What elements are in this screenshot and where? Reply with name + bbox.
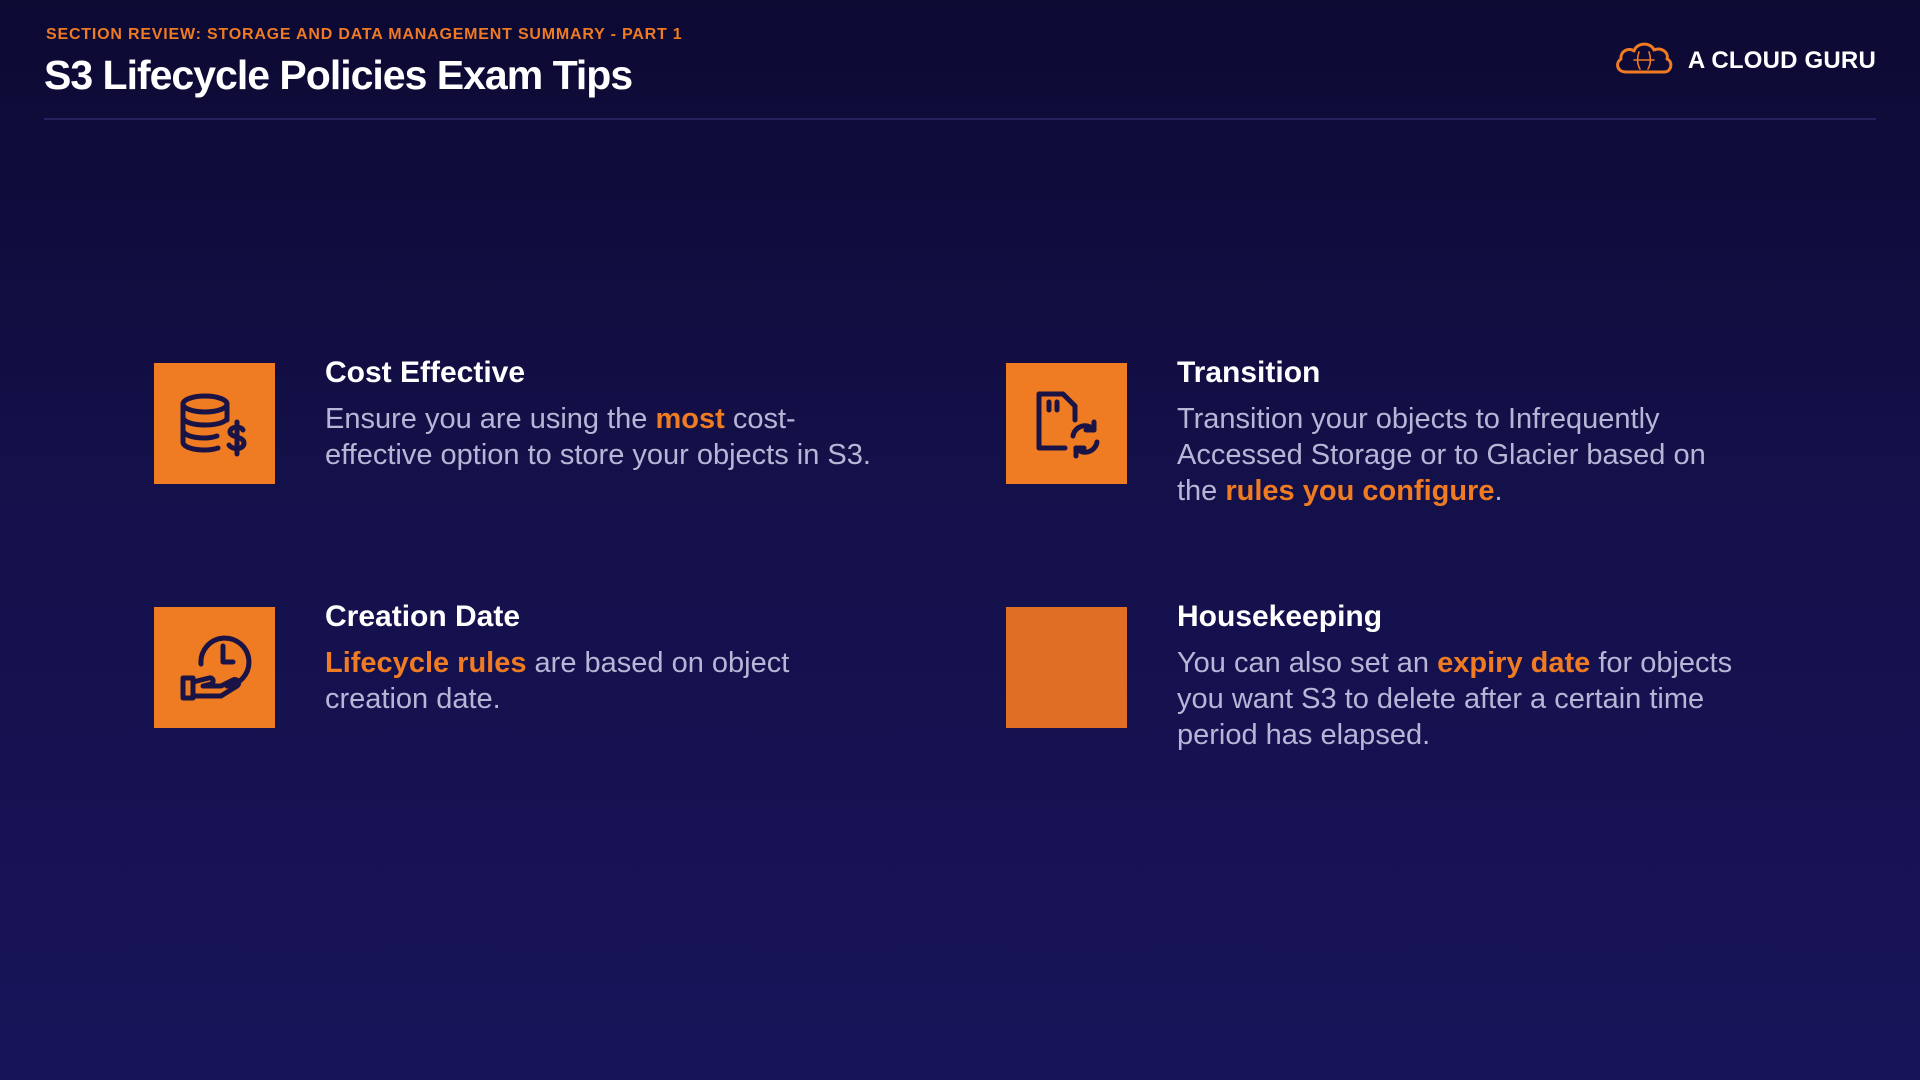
tip-body-highlight: expiry date [1437, 647, 1591, 679]
tip-card-housekeeping: Housekeeping You can also set an expiry … [1006, 600, 1766, 807]
brand-name: A CLOUD GURU [1687, 46, 1876, 74]
section-label: SECTION REVIEW: STORAGE AND DATA MANAGEM… [46, 26, 683, 43]
slide-header: SECTION REVIEW: STORAGE AND DATA MANAGEM… [44, 26, 1876, 120]
tip-text: Creation Date Lifecycle rules are based … [325, 597, 885, 717]
tip-card-cost-effective: Cost Effective Ensure you are using the … [154, 356, 914, 563]
tip-title: Cost Effective [325, 356, 526, 389]
page-title: S3 Lifecycle Policies Exam Tips [44, 52, 633, 98]
database-dollar-icon [154, 363, 275, 484]
tip-body: Ensure you are using the most cost-effec… [325, 401, 885, 473]
tip-title: Housekeeping [1177, 600, 1383, 633]
cloud-logo-icon [1612, 38, 1676, 83]
tip-card-creation-date: Creation Date Lifecycle rules are based … [154, 600, 914, 807]
tip-body-highlight: rules you configure [1225, 475, 1495, 507]
clock-hand-icon [154, 607, 275, 728]
tip-body-highlight: most [655, 403, 725, 435]
tip-body-highlight: Lifecycle rules [325, 647, 527, 679]
tip-card-transition: Transition Transition your objects to In… [1006, 356, 1766, 563]
brand-logo: A CLOUD GURU [1612, 38, 1876, 83]
tip-body-text: . [1494, 475, 1503, 507]
tip-body-text: Ensure you are using the [325, 403, 656, 435]
blank-icon [1006, 607, 1127, 728]
tip-body: You can also set an expiry date for obje… [1177, 645, 1737, 753]
tip-title: Transition [1177, 356, 1321, 389]
tip-text: Transition Transition your objects to In… [1177, 353, 1737, 509]
tip-body-text: You can also set an [1177, 647, 1438, 679]
tip-body: Transition your objects to Infrequently … [1177, 401, 1737, 509]
header-divider [44, 118, 1876, 120]
tip-text: Cost Effective Ensure you are using the … [325, 353, 885, 473]
tip-title: Creation Date [325, 600, 521, 633]
tip-text: Housekeeping You can also set an expiry … [1177, 597, 1737, 753]
file-sync-icon [1006, 363, 1127, 484]
tip-body: Lifecycle rules are based on object crea… [325, 645, 885, 717]
